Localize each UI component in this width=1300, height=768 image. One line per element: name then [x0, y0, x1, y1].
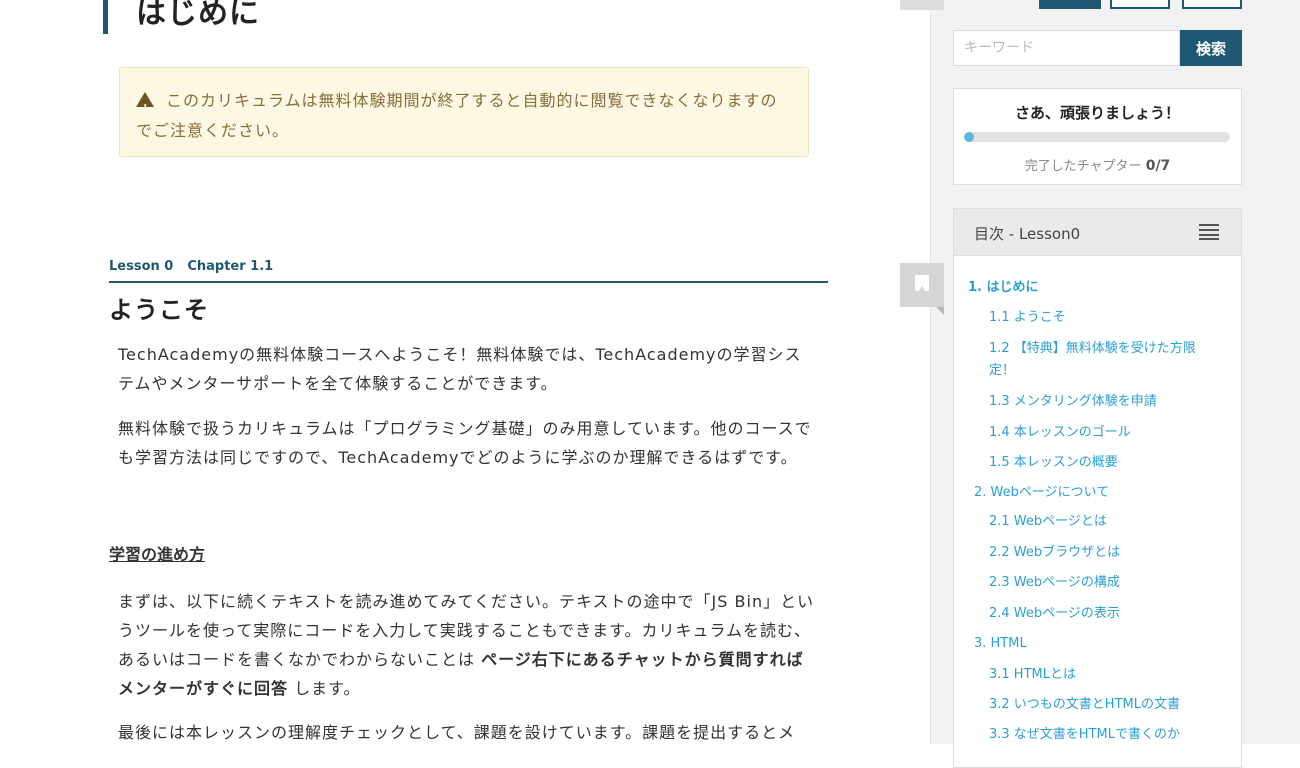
lesson-label: Lesson 0 — [109, 259, 174, 274]
progress-summary: 完了したチャプター 0/7 — [954, 155, 1241, 174]
toc-section-2-2[interactable]: 2.2 Webブラウザとは — [989, 542, 1209, 564]
learning-text-b: します。 — [288, 679, 361, 698]
chapter-label: Chapter 1.1 — [187, 259, 274, 274]
learning-paragraph: まずは、以下に続くテキストを読み進めてみてください。テキストの途中で「JS Bi… — [118, 587, 818, 703]
toc-section-3-2[interactable]: 3.2 いつもの文書とHTMLの文書 — [989, 694, 1209, 716]
bookmark-icon — [915, 275, 929, 291]
toc-section-2-1[interactable]: 2.1 Webページとは — [989, 511, 1209, 533]
toc-section-3-3[interactable]: 3.3 なぜ文書をHTMLで書くのか — [989, 724, 1209, 746]
progress-bar-fill — [964, 132, 974, 142]
toc-section-1-5[interactable]: 1.5 本レッスンの概要 — [989, 452, 1209, 474]
subheading-learning: 学習の進め方 — [109, 545, 206, 564]
search-input[interactable] — [953, 30, 1180, 66]
bookmark-button[interactable] — [900, 263, 944, 315]
trial-notice: このカリキュラムは無料体験期間が終了すると自動的に閲覧できなくなりますのでご注意… — [119, 67, 809, 157]
progress-bar — [964, 132, 1230, 142]
header-button-primary[interactable] — [1039, 0, 1101, 9]
toc-section-1-3[interactable]: 1.3 メンタリング体験を申請 — [989, 391, 1209, 413]
search-button[interactable]: 検索 — [1180, 30, 1242, 66]
toc-section-1-1[interactable]: 1.1 ようこそ — [989, 307, 1209, 329]
toc-section-2-4[interactable]: 2.4 Webページの表示 — [989, 603, 1209, 625]
curriculum-paragraph: 無料体験で扱うカリキュラムは「プログラミング基礎」のみ用意しています。他のコース… — [118, 419, 812, 467]
progress-label: 完了したチャプター — [1024, 159, 1142, 174]
assignment-paragraph: 最後には本レッスンの理解度チェックとして、課題を設けています。課題を提出するとメ — [118, 723, 796, 742]
main-content: はじめに このカリキュラムは無料体験期間が終了すると自動的に閲覧できなくなります… — [0, 0, 930, 744]
toc-header: 目次 - Lesson0 — [954, 209, 1241, 256]
toc-panel: 目次 - Lesson0 1. はじめに 1.1 ようこそ 1.2 【特典】無料… — [953, 208, 1242, 768]
toc-chapter-2[interactable]: 2. Webページについて — [974, 482, 1109, 504]
toc-section-2-3[interactable]: 2.3 Webページの構成 — [989, 572, 1209, 594]
list-icon[interactable] — [1199, 224, 1219, 240]
toc-section-1-4[interactable]: 1.4 本レッスンのゴール — [989, 422, 1209, 444]
page-title: はじめに — [136, 0, 260, 31]
toc-chapter-1[interactable]: 1. はじめに — [968, 277, 1039, 299]
toc-section-1-2[interactable]: 1.2 【特典】無料体験を受けた方限定！ — [989, 338, 1209, 382]
toc-title: 目次 - Lesson0 — [974, 225, 1081, 243]
warning-icon — [136, 92, 154, 124]
meta-divider — [109, 281, 828, 283]
progress-cheer: さあ、頑張りましょう！ — [1014, 104, 1180, 122]
notice-text: このカリキュラムは無料体験期間が終了すると自動的に閲覧できなくなりますのでご注意… — [136, 91, 778, 140]
header-button-secondary[interactable] — [1110, 0, 1170, 9]
progress-count: 0/7 — [1145, 158, 1171, 174]
lesson-meta: Lesson 0 Chapter 1.1 — [109, 259, 273, 274]
intro-paragraph: TechAcademyの無料体験コースへようこそ！無料体験では、TechAcad… — [118, 345, 802, 393]
title-accent-bar — [103, 0, 108, 34]
bookmark-tab-top[interactable] — [900, 0, 944, 10]
chapter-heading: ようこそ — [109, 296, 209, 324]
toc-section-3-1[interactable]: 3.1 HTMLとは — [989, 664, 1209, 686]
toc-chapter-3[interactable]: 3. HTML — [974, 633, 1027, 655]
progress-card: さあ、頑張りましょう！ 完了したチャプター 0/7 — [953, 88, 1242, 185]
header-button-tertiary[interactable] — [1182, 0, 1242, 9]
